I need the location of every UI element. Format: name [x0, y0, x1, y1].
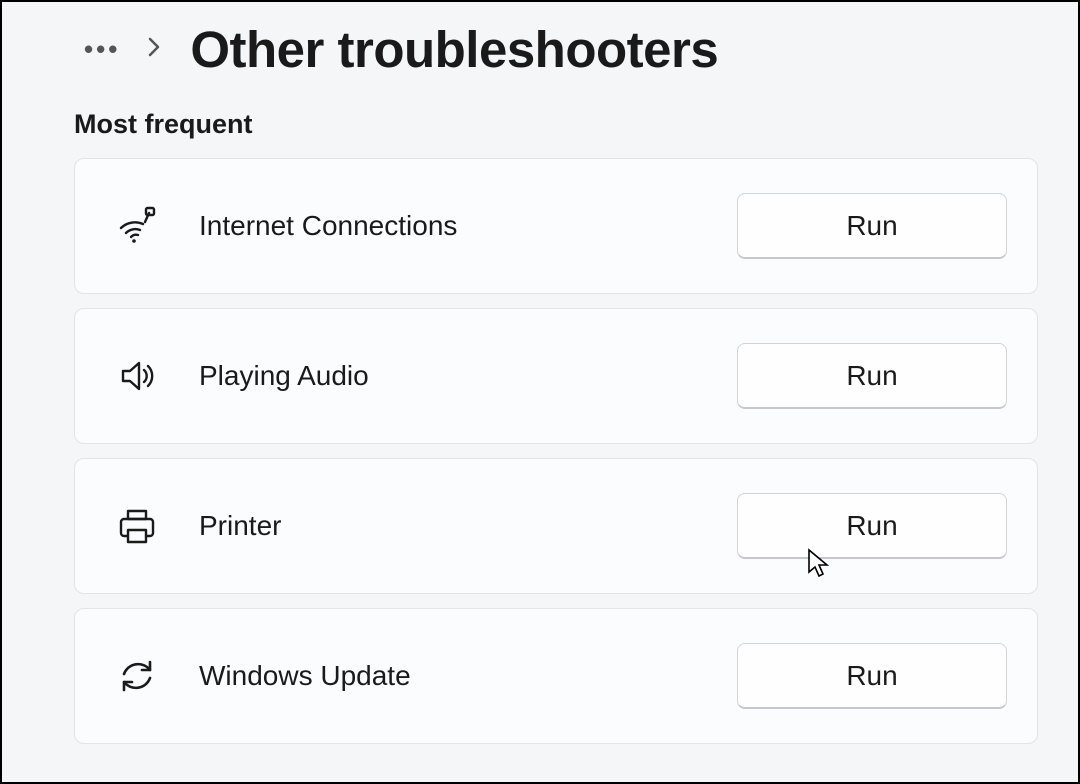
speaker-icon — [115, 354, 159, 398]
troubleshooter-label: Windows Update — [199, 660, 697, 692]
troubleshooter-label: Playing Audio — [199, 360, 697, 392]
breadcrumb: ••• Other troubleshooters — [2, 2, 1078, 109]
run-button[interactable]: Run — [737, 193, 1007, 259]
ellipsis-icon[interactable]: ••• — [84, 34, 120, 65]
troubleshooter-label: Internet Connections — [199, 210, 697, 242]
troubleshooter-item-update: Windows Update Run — [74, 608, 1038, 744]
troubleshooter-item-internet: Internet Connections Run — [74, 158, 1038, 294]
chevron-right-icon — [146, 36, 162, 64]
troubleshooter-item-printer: Printer Run — [74, 458, 1038, 594]
troubleshooter-list: Internet Connections Run Playing Audio R… — [2, 158, 1078, 744]
page-title: Other troubleshooters — [190, 20, 718, 79]
run-button[interactable]: Run — [737, 643, 1007, 709]
printer-icon — [115, 504, 159, 548]
refresh-icon — [115, 654, 159, 698]
run-button[interactable]: Run — [737, 493, 1007, 559]
troubleshooter-label: Printer — [199, 510, 697, 542]
wifi-icon — [115, 204, 159, 248]
run-button[interactable]: Run — [737, 343, 1007, 409]
troubleshooter-item-audio: Playing Audio Run — [74, 308, 1038, 444]
section-label: Most frequent — [2, 109, 1078, 158]
